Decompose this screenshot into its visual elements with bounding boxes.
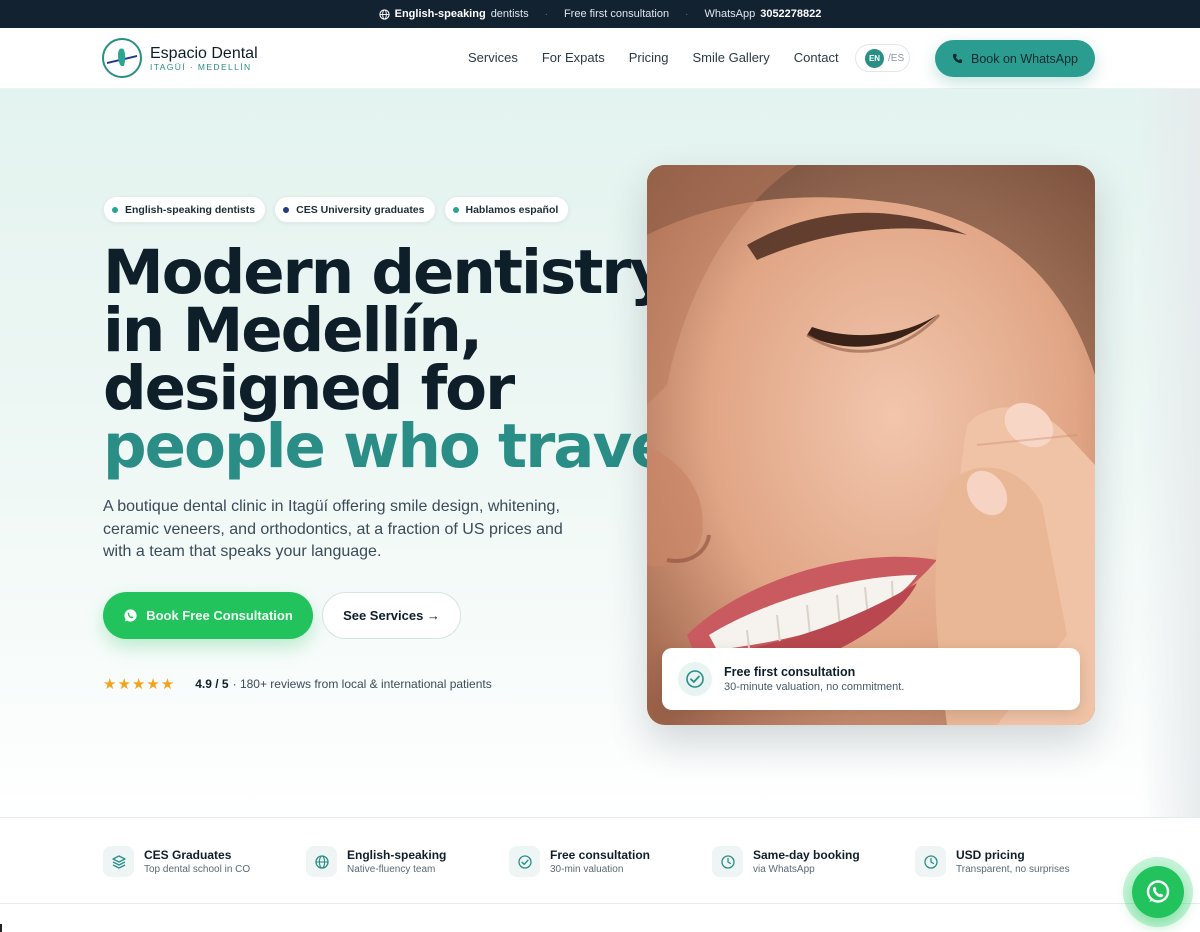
- nav-link-contact[interactable]: Contact: [794, 50, 839, 65]
- badge-hablamos-espanol: Hablamos español: [443, 196, 570, 223]
- rating-text: · 180+ reviews from local & internationa…: [232, 677, 492, 691]
- brand-name: Espacio Dental: [150, 44, 258, 62]
- floating-whatsapp-button[interactable]: [1123, 857, 1193, 927]
- feature-title: English-speaking: [347, 848, 447, 862]
- hero-headline: Modern dentistry in Medellín, designed f…: [103, 237, 712, 482]
- topbar-english-rest: dentists: [490, 8, 529, 20]
- feature-subtitle: via WhatsApp: [753, 864, 815, 875]
- feature-title: Free consultation: [550, 848, 651, 862]
- whatsapp-icon: [1146, 880, 1170, 903]
- topbar-item-english: English-speaking dentists: [378, 8, 529, 20]
- badge-dot: [452, 206, 459, 213]
- main-navbar: Espacio Dental ITAGÜÍ · MEDELLÍN Service…: [0, 28, 1200, 89]
- headline-line-1: Modern dentistry: [103, 237, 669, 308]
- headline-line-3: designed for: [103, 353, 515, 424]
- hero-edge-fade: [1140, 89, 1200, 817]
- badge-label: Hablamos español: [465, 203, 559, 216]
- nav-link-services[interactable]: Services: [468, 50, 518, 65]
- free-consultation-card: Free first consultation 30-minute valuat…: [662, 648, 1080, 710]
- feature-free-consultation: Free consultation 30-min valuation: [509, 846, 650, 877]
- consult-card-subtitle: 30-minute valuation, no commitment.: [724, 681, 905, 693]
- feature-usd-pricing: USD pricing Transparent, no surprises: [915, 846, 1070, 877]
- see-services-button[interactable]: See Services →: [322, 592, 461, 639]
- topbar-free-consult: Free first consultation: [563, 8, 670, 20]
- feature-subtitle: 30-min valuation: [550, 864, 624, 875]
- brand-logo[interactable]: Espacio Dental ITAGÜÍ · MEDELLÍN: [102, 38, 258, 78]
- hero-description: A boutique dental clinic in Itagüí offer…: [103, 498, 563, 560]
- feature-subtitle: Native-fluency team: [347, 864, 436, 875]
- topbar-separator: ·: [685, 8, 689, 20]
- announcement-bar: English-speaking dentists · Free first c…: [0, 0, 1200, 28]
- nav-link-pricing[interactable]: Pricing: [629, 50, 669, 65]
- badge-ces-graduates: CES University graduates: [274, 196, 436, 223]
- hero-photo-illustration: [647, 165, 1095, 725]
- topbar-whatsapp[interactable]: WhatsApp 3052278822: [704, 8, 821, 20]
- badge-label: CES University graduates: [296, 203, 425, 216]
- book-free-consultation-button[interactable]: Book Free Consultation: [103, 592, 313, 639]
- clock-icon: [915, 846, 946, 877]
- clock-icon: [712, 846, 743, 877]
- lang-en-option[interactable]: EN: [865, 48, 884, 68]
- logo-mark-icon: [102, 38, 142, 78]
- feature-ces-graduates: CES Graduates Top dental school in CO: [103, 846, 250, 877]
- book-on-whatsapp-button[interactable]: Book on WhatsApp: [935, 40, 1095, 77]
- hero-photo-smiling-woman: [647, 165, 1095, 725]
- feature-same-day-booking: Same-day booking via WhatsApp: [712, 846, 860, 877]
- check-circle-icon: [678, 662, 712, 696]
- topbar-whatsapp-number[interactable]: 3052278822: [760, 8, 821, 20]
- page-edge-mark: [0, 924, 6, 932]
- globe-icon: [306, 846, 337, 877]
- book-on-whatsapp-label: Book on WhatsApp: [970, 51, 1078, 66]
- headline-line-2: in Medellín,: [103, 295, 483, 366]
- brand-location: ITAGÜÍ · MEDELLÍN: [150, 61, 252, 72]
- badge-dot: [112, 206, 118, 213]
- nav-links: Services For Expats Pricing Smile Galler…: [468, 50, 839, 65]
- feature-title: USD pricing: [956, 848, 1025, 862]
- nav-link-for-expats[interactable]: For Expats: [542, 50, 605, 65]
- feature-title: Same-day booking: [753, 848, 860, 862]
- phone-icon: [952, 53, 963, 64]
- lang-es-option[interactable]: /ES: [888, 53, 904, 64]
- nav-link-smile-gallery[interactable]: Smile Gallery: [692, 50, 769, 65]
- feature-title: CES Graduates: [144, 848, 232, 862]
- badge-label: English-speaking dentists: [125, 203, 256, 216]
- hero-badges: English-speaking dentists CES University…: [103, 196, 570, 223]
- rating-value: 4.9 / 5: [195, 677, 229, 691]
- topbar-english-bold: English-speaking: [394, 8, 486, 20]
- headline-accent: people who travel.: [103, 411, 712, 482]
- topbar-whatsapp-label: WhatsApp: [704, 8, 756, 20]
- layers-icon: [103, 846, 134, 877]
- consult-card-title: Free first consultation: [724, 665, 856, 679]
- star-rating-icon: ★★★★★: [103, 676, 176, 693]
- feature-english-speaking: English-speaking Native-fluency team: [306, 846, 446, 877]
- badge-english-speaking: English-speaking dentists: [103, 196, 267, 223]
- book-free-consultation-label: Book Free Consultation: [146, 608, 293, 623]
- globe-icon: [378, 8, 390, 20]
- language-switcher[interactable]: EN /ES: [855, 44, 910, 72]
- features-strip: CES Graduates Top dental school in CO En…: [0, 817, 1200, 904]
- feature-subtitle: Top dental school in CO: [144, 864, 251, 875]
- see-services-label: See Services →: [343, 608, 440, 623]
- badge-dot: [283, 206, 290, 213]
- rating-row: ★★★★★ 4.9 / 5 · 180+ reviews from local …: [103, 675, 492, 693]
- whatsapp-icon: [124, 609, 137, 622]
- feature-subtitle: Transparent, no surprises: [956, 864, 1070, 875]
- check-circle-icon: [509, 846, 540, 877]
- topbar-separator: ·: [544, 8, 548, 20]
